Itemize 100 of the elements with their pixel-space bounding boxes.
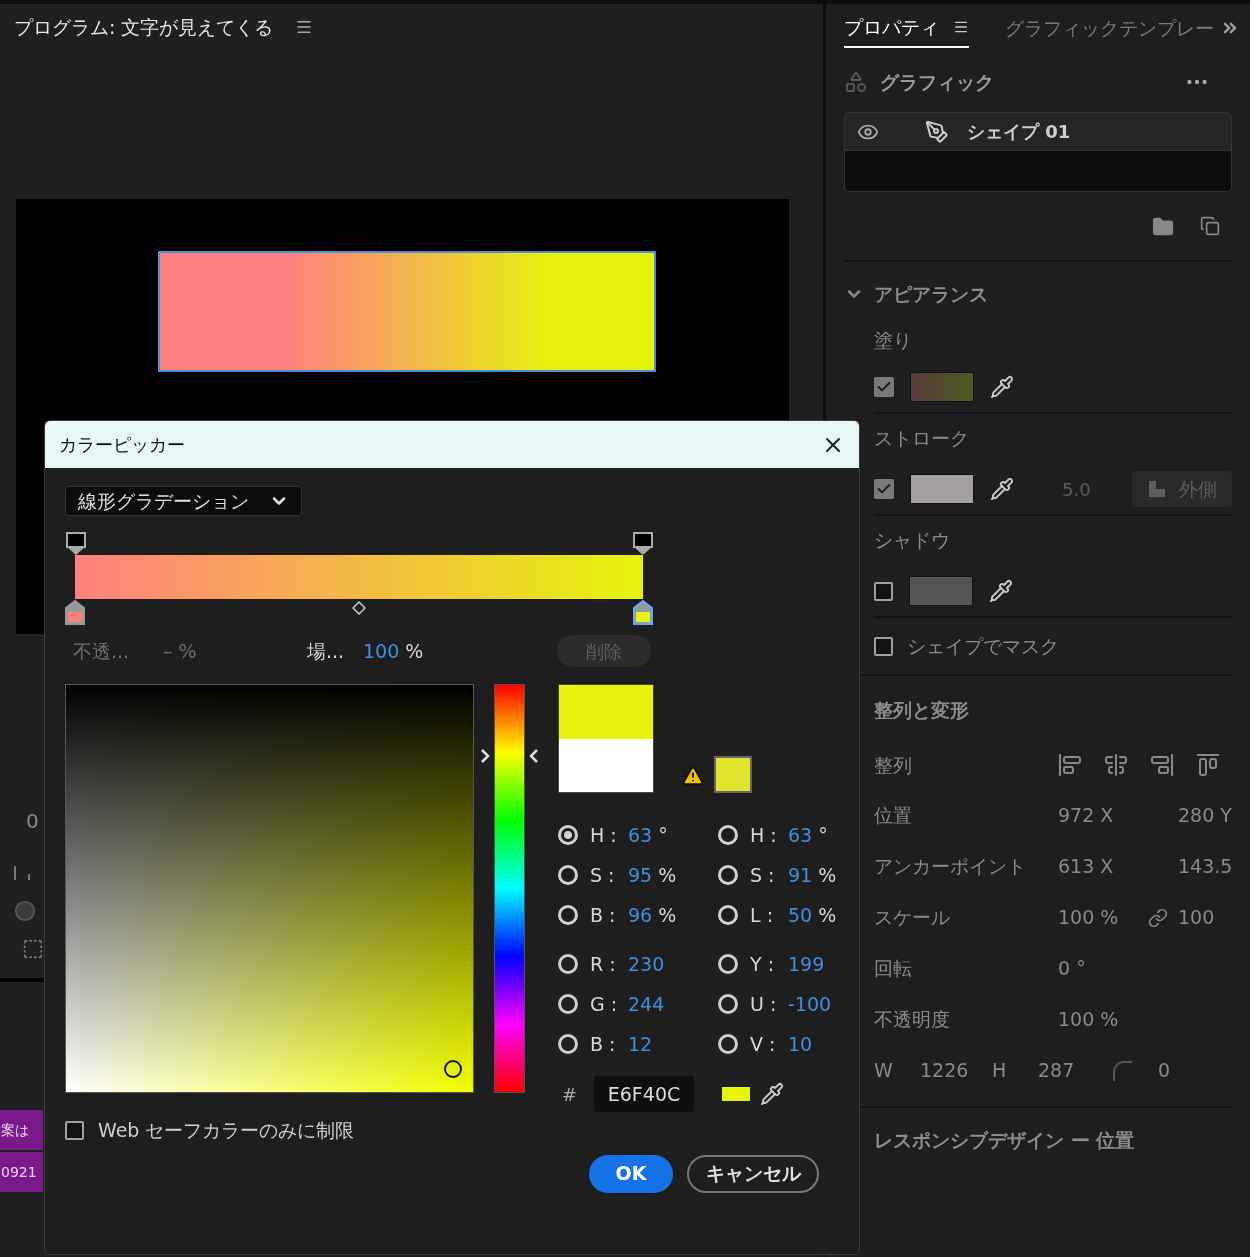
property-label: アンカーポイント [874, 854, 1027, 880]
channel-label: R : [590, 952, 616, 975]
midpoint-diamond[interactable] [352, 601, 366, 615]
eyedropper-icon[interactable] [990, 477, 1014, 501]
panel-tab[interactable]: プロパティ [844, 8, 969, 48]
section-title: レスポンシブデザイン ー 位置 [874, 1128, 1136, 1153]
height-value[interactable]: 287 [1038, 1056, 1112, 1085]
align-center-icon[interactable] [1104, 753, 1128, 777]
hex-field[interactable]: E6F40C [594, 1076, 694, 1112]
channel-label: V : [750, 1032, 776, 1055]
radio-button[interactable] [718, 865, 738, 885]
property-value[interactable]: 100 % [1058, 1005, 1138, 1034]
radio-button[interactable] [558, 865, 578, 885]
property-value[interactable]: 100 % [1058, 903, 1138, 932]
location-value[interactable]: 100 [363, 636, 400, 666]
crop-icon[interactable] [22, 938, 44, 960]
align-top-icon[interactable] [1196, 753, 1220, 777]
align-left-icon[interactable] [1058, 753, 1082, 777]
channel-value[interactable]: -100 [788, 989, 832, 1019]
radio-button[interactable] [558, 994, 578, 1014]
radio-button[interactable] [718, 905, 738, 925]
color-stop[interactable] [65, 600, 85, 625]
link-icon[interactable] [1148, 907, 1168, 928]
color-stop[interactable] [633, 600, 653, 625]
channel-value[interactable]: 10 [788, 1029, 813, 1059]
opacity-value: – % [163, 638, 198, 664]
section-title: アピアランス [874, 281, 988, 307]
menu-icon[interactable] [295, 18, 314, 36]
eyedropper-icon[interactable] [989, 579, 1013, 603]
radio-button[interactable] [718, 825, 738, 845]
fill-type-dropdown[interactable]: 線形グラデーション [65, 486, 302, 516]
width-label: W [874, 1058, 894, 1084]
gradient-rectangle[interactable] [158, 251, 656, 372]
shadow-swatch[interactable] [909, 576, 973, 606]
hue-slider-handle[interactable] [480, 747, 539, 764]
radio-button[interactable] [718, 994, 738, 1014]
mask-label: シェイプでマスク [907, 633, 1059, 659]
timeline-clip[interactable]: 案は [0, 1110, 43, 1150]
cancel-button[interactable]: キャンセル [687, 1154, 819, 1193]
section-title: 整列と変形 [874, 698, 970, 723]
stroke-swatch[interactable] [910, 474, 974, 504]
property-value[interactable]: 100 [1178, 903, 1215, 932]
menu-icon[interactable] [953, 19, 969, 35]
ok-button[interactable]: OK [589, 1154, 673, 1193]
channel-value[interactable]: 244 [628, 989, 665, 1019]
radio-button[interactable] [558, 954, 578, 974]
channel-unit: % [658, 862, 677, 888]
property-value[interactable]: 613 X [1058, 852, 1138, 881]
radio-button[interactable] [558, 825, 578, 845]
property-value[interactable]: 972 X [1058, 801, 1138, 830]
timeline-clip[interactable]: 0921 [0, 1152, 43, 1192]
opacity-stop[interactable] [66, 532, 86, 556]
hue-slider[interactable] [480, 684, 539, 1093]
radio-button[interactable] [718, 954, 738, 974]
height-label: H [992, 1058, 1008, 1084]
panel-tab[interactable]: グラフィックテンプレー [1005, 8, 1214, 48]
checkbox[interactable] [874, 479, 894, 499]
opacity-stop[interactable] [633, 532, 653, 556]
folder-icon[interactable] [1152, 216, 1174, 238]
timecode: 0 [26, 808, 40, 835]
saturation-brightness-field[interactable] [65, 684, 474, 1093]
channel-value[interactable]: 230 [628, 949, 665, 979]
layer-name[interactable]: シェイプ 01 [967, 118, 1071, 145]
corner-radius-icon [1112, 1059, 1134, 1082]
eyedropper-icon[interactable] [990, 375, 1014, 399]
layer-row[interactable]: シェイプ 01 [845, 113, 1231, 151]
checkbox[interactable] [874, 377, 894, 397]
duplicate-icon[interactable] [1200, 216, 1220, 236]
channel-label: U : [750, 992, 777, 1015]
channel-value[interactable]: 12 [628, 1029, 653, 1059]
channel-value[interactable]: 95 [628, 860, 653, 890]
property-value[interactable]: 0 ° [1058, 954, 1138, 983]
fill-swatch[interactable] [910, 372, 974, 402]
width-value[interactable]: 1226 [920, 1056, 992, 1085]
channel-label: H : [750, 823, 777, 846]
opacity-label: 不透... [73, 638, 131, 664]
radio-button[interactable] [558, 1034, 578, 1054]
eyedropper-icon[interactable] [760, 1082, 784, 1106]
checkbox[interactable] [65, 1120, 84, 1140]
property-label: スケール [874, 905, 951, 931]
align-right-icon[interactable] [1150, 753, 1174, 777]
checkbox[interactable] [874, 581, 893, 601]
checkbox[interactable] [874, 636, 893, 656]
property-value[interactable]: 280 Y [1178, 801, 1232, 830]
radio-button[interactable] [558, 905, 578, 925]
stroke-outside-icon [1147, 479, 1167, 499]
old-color-swatch[interactable] [559, 738, 653, 792]
gamut-color-swatch[interactable] [714, 756, 752, 793]
channel-value[interactable]: 50 [788, 900, 813, 930]
channel-value[interactable]: 63 [788, 820, 813, 850]
radio-button[interactable] [718, 1034, 738, 1054]
section-title: グラフィック [880, 69, 995, 95]
corner-radius-value[interactable]: 0 [1158, 1056, 1171, 1085]
color-marker[interactable] [443, 1059, 462, 1078]
channel-value[interactable]: 63 [628, 820, 653, 850]
property-value[interactable]: 143.5 [1178, 852, 1233, 881]
channel-value[interactable]: 96 [628, 900, 653, 930]
channel-value[interactable]: 199 [788, 949, 825, 979]
stroke-width-value[interactable]: 5.0 [1062, 475, 1091, 503]
channel-value[interactable]: 91 [788, 860, 813, 890]
